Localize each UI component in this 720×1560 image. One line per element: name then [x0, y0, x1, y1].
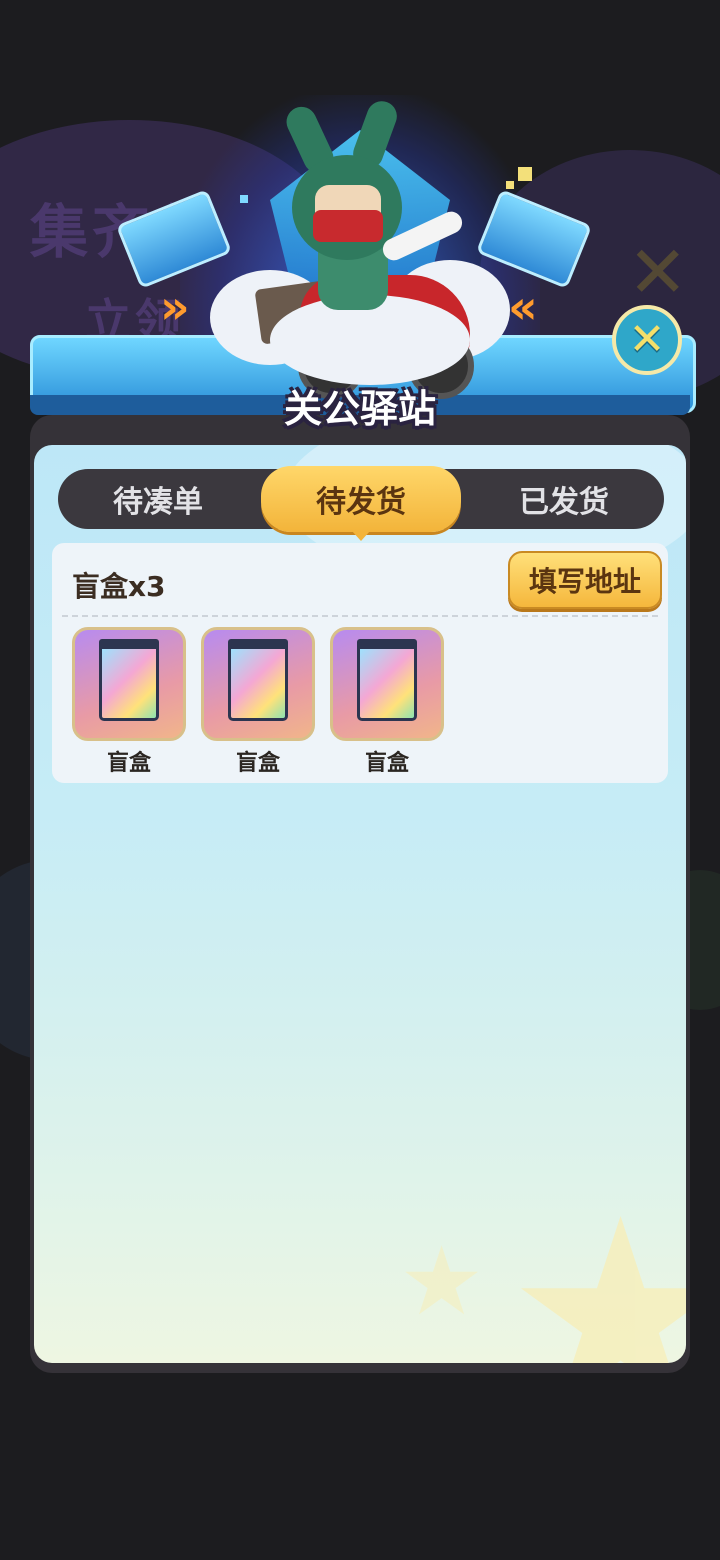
reward-item[interactable]: 盲盒 — [201, 627, 315, 777]
fill-address-button[interactable]: 填写地址 — [508, 551, 662, 609]
star-decoration-icon: ★ — [399, 1227, 485, 1337]
tab-shipped[interactable]: 已发货 — [464, 469, 664, 529]
reward-item[interactable]: 盲盒 — [72, 627, 186, 777]
blind-box-lid — [357, 639, 417, 649]
sparkle-icon — [240, 195, 248, 203]
chevron-decoration-icon: « — [508, 280, 538, 334]
chevron-decoration-icon: » — [160, 280, 190, 334]
item-label: 盲盒 — [106, 751, 151, 776]
blind-box-lid — [99, 639, 159, 649]
blind-box-icon — [228, 643, 288, 721]
close-button[interactable]: ✕ — [612, 305, 682, 375]
blind-box-lid — [228, 639, 288, 649]
shipment-panel: ★ ★ 待凑单 待发货 已发货 盲盒x3 填写地址 盲盒 盲盒 盲盒 — [34, 445, 686, 1363]
tab-pending-combine[interactable]: 待凑单 — [58, 469, 258, 529]
sparkle-icon — [506, 181, 514, 189]
star-decoration-icon: ★ — [504, 1164, 686, 1363]
item-label: 盲盒 — [364, 751, 409, 776]
dialog-title: 关公驿站 — [283, 387, 436, 431]
blind-box-icon — [99, 643, 159, 721]
reward-item[interactable]: 盲盒 — [330, 627, 444, 777]
dialog-header: » « 关公驿站 — [30, 95, 696, 445]
sparkle-icon — [518, 167, 532, 181]
active-tab-pointer — [352, 531, 370, 541]
blind-box-icon — [357, 643, 417, 721]
status-tabs: 待凑单 待发货 已发货 — [58, 466, 664, 532]
dashed-divider — [62, 615, 658, 617]
tab-pending-shipment[interactable]: 待发货 — [261, 466, 461, 532]
rider-mask — [313, 210, 383, 242]
order-card: 盲盒x3 填写地址 盲盒 盲盒 盲盒 — [52, 543, 668, 783]
item-label: 盲盒 — [235, 751, 280, 776]
close-icon: ✕ — [628, 314, 666, 365]
order-title: 盲盒x3 — [72, 570, 166, 603]
